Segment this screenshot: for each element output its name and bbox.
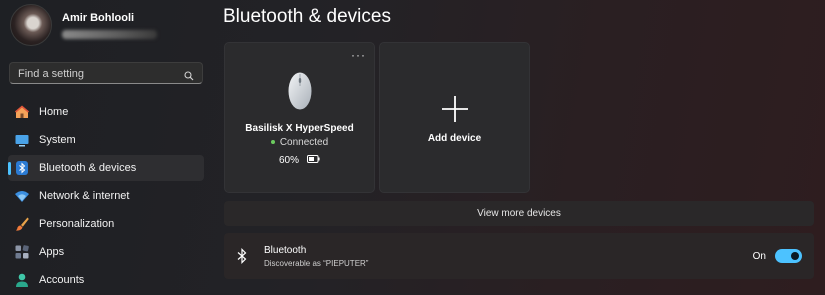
- profile-text: Amir Bohlooli: [62, 12, 157, 39]
- search-icon[interactable]: [184, 68, 194, 81]
- bluetooth-title: Bluetooth: [264, 245, 307, 256]
- avatar[interactable]: [10, 4, 52, 46]
- bluetooth-discoverable-text: Discoverable as “PIEPUTER”: [264, 259, 369, 268]
- search-placeholder: Find a setting: [18, 68, 85, 80]
- user-profile[interactable]: Amir Bohlooli: [10, 4, 157, 46]
- sidebar-item-label: Apps: [39, 246, 65, 258]
- device-status: Connected: [225, 137, 374, 148]
- page-title: Bluetooth & devices: [223, 6, 391, 27]
- bluetooth-setting-row: Bluetooth Discoverable as “PIEPUTER” On: [224, 233, 814, 279]
- sidebar-item-home[interactable]: Home: [8, 99, 204, 125]
- sidebar-item-apps[interactable]: Apps: [8, 239, 204, 265]
- sidebar-item-accounts[interactable]: Accounts: [8, 267, 204, 293]
- system-icon: [14, 132, 30, 148]
- connected-dot-icon: [270, 140, 275, 145]
- bluetooth-icon: [236, 248, 248, 269]
- profile-name: Amir Bohlooli: [62, 12, 135, 24]
- account-icon: [14, 272, 30, 288]
- sidebar-item-label: Home: [39, 106, 69, 118]
- sidebar-nav: Home System Bluetooth & devices Network …: [8, 99, 204, 295]
- home-icon: [14, 104, 30, 120]
- battery-icon: [307, 155, 320, 166]
- device-status-label: Connected: [279, 137, 329, 148]
- sidebar-item-network-internet[interactable]: Network & internet: [8, 183, 204, 209]
- plus-icon: [441, 95, 469, 128]
- sidebar-item-label: System: [39, 134, 76, 146]
- sidebar-item-system[interactable]: System: [8, 127, 204, 153]
- brush-icon: [14, 216, 30, 232]
- add-device-card[interactable]: Add device: [379, 42, 530, 193]
- add-device-label: Add device: [427, 133, 482, 144]
- sidebar-item-bluetooth-devices[interactable]: Bluetooth & devices: [8, 155, 204, 181]
- battery-level: 60%: [278, 155, 299, 166]
- sidebar-item-personalization[interactable]: Personalization: [8, 211, 204, 237]
- wifi-icon: [14, 188, 30, 204]
- sidebar-item-label: Personalization: [39, 218, 115, 230]
- view-more-devices-button[interactable]: View more devices: [224, 201, 814, 226]
- mouse-icon: [287, 71, 313, 116]
- apps-icon: [14, 244, 30, 260]
- bluetooth-icon: [14, 160, 30, 176]
- search-input[interactable]: Find a setting: [9, 62, 203, 84]
- sidebar-item-label: Bluetooth & devices: [39, 162, 137, 174]
- battery-status: 60%: [225, 155, 374, 166]
- device-name: Basilisk X HyperSpeed: [245, 123, 354, 134]
- sidebar: Amir Bohlooli Find a setting Home System: [0, 0, 214, 293]
- profile-email-blurred: [62, 30, 157, 39]
- bluetooth-toggle[interactable]: [775, 249, 802, 263]
- sidebar-item-label: Network & internet: [39, 190, 130, 202]
- sidebar-item-label: Accounts: [39, 274, 85, 286]
- bluetooth-state-label: On: [752, 251, 766, 262]
- toggle-knob: [791, 252, 799, 260]
- device-card[interactable]: ··· Basilisk X HyperSpeed Connected 60%: [224, 42, 375, 193]
- more-options-button[interactable]: ···: [351, 49, 366, 61]
